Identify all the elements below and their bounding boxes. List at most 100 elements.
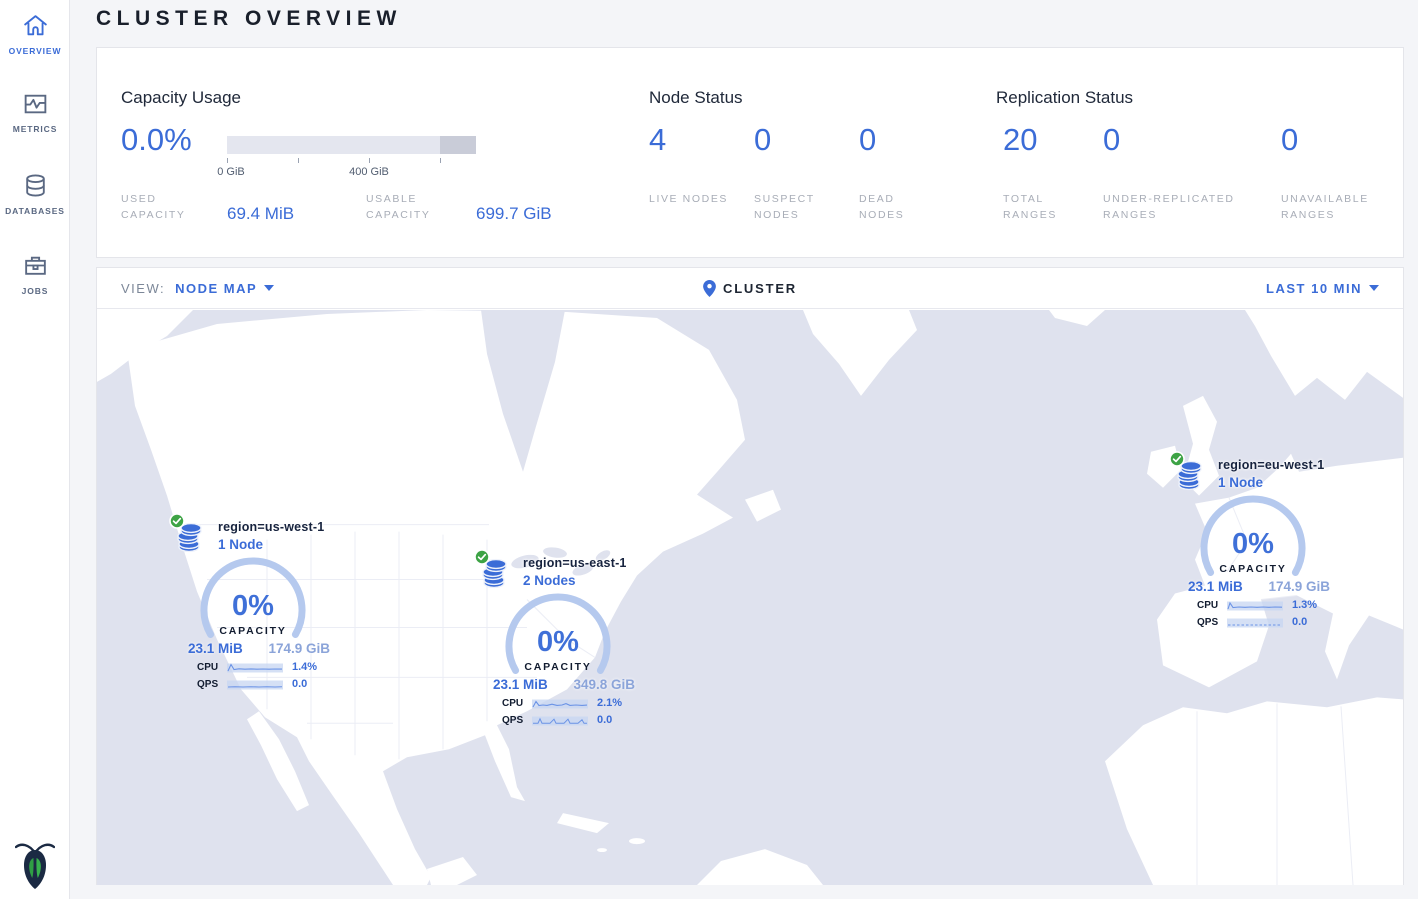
suspect-nodes-label: SUSPECT NODES xyxy=(754,191,834,224)
region-label: region=us-east-1 xyxy=(523,556,627,570)
cpu-label: CPU xyxy=(197,662,227,673)
region-label: region=us-west-1 xyxy=(218,520,324,534)
locality-marker-us-west-1[interactable]: region=us-west-1 1 Node 0% CAPACITY 23.1… xyxy=(175,522,355,697)
capacity-values: 23.1 MiB 349.8 GiB xyxy=(493,677,635,692)
qps-label: QPS xyxy=(197,679,227,690)
cpu-sparkline-icon xyxy=(532,698,588,709)
cpu-sparkline-icon xyxy=(227,662,283,673)
unavailable-ranges-label: UNAVAILABLE RANGES xyxy=(1281,191,1401,224)
capacity-label: CAPACITY xyxy=(1195,563,1311,575)
capacity-bar-chart: 0 GiB 400 GiB xyxy=(227,136,476,182)
jobs-icon xyxy=(22,252,49,279)
sidebar-item-label: DATABASES xyxy=(5,206,65,216)
world-map: region=us-west-1 1 Node 0% CAPACITY 23.1… xyxy=(97,310,1403,885)
check-circle-icon xyxy=(169,513,185,529)
unavailable-ranges-value: 0 xyxy=(1281,124,1298,155)
view-label: VIEW: xyxy=(121,281,165,296)
capacity-values: 23.1 MiB 174.9 GiB xyxy=(1188,579,1330,594)
sidebar-item-overview[interactable]: OVERVIEW xyxy=(0,12,70,56)
sidebar-item-label: JOBS xyxy=(22,286,49,296)
page-title: CLUSTER OVERVIEW xyxy=(96,7,402,31)
time-range-dropdown[interactable]: LAST 10 MIN xyxy=(1266,281,1379,296)
section-title: Node Status xyxy=(649,88,743,108)
cpu-value: 1.4% xyxy=(292,661,317,673)
view-mode-value: NODE MAP xyxy=(175,281,257,296)
cockroachdb-logo xyxy=(0,838,70,890)
home-icon xyxy=(22,12,49,39)
axis-tick xyxy=(440,158,441,163)
capacity-percent: 0% xyxy=(500,628,616,657)
node-count: 1 Node xyxy=(1218,475,1324,490)
breadcrumb-cluster[interactable]: CLUSTER xyxy=(703,280,797,297)
sidebar-item-label: OVERVIEW xyxy=(9,46,62,56)
total-ranges-value: 20 xyxy=(1003,124,1037,155)
under-replicated-ranges-value: 0 xyxy=(1103,124,1120,155)
locality-marker-us-east-1[interactable]: region=us-east-1 2 Nodes 0% CAPACITY 23.… xyxy=(480,558,660,733)
usable-capacity-value: 699.7 GiB xyxy=(476,204,552,224)
axis-tick-label: 0 GiB xyxy=(217,166,245,178)
map-toolbar: VIEW: NODE MAP CLUSTER LAST 10 MIN xyxy=(97,268,1403,309)
sidebar-item-metrics[interactable]: METRICS xyxy=(0,90,70,134)
axis-tick xyxy=(298,158,299,163)
capacity-label: CAPACITY xyxy=(195,625,311,637)
live-nodes-value: 4 xyxy=(649,124,666,155)
dead-nodes-label: DEAD NODES xyxy=(859,191,939,224)
databases-icon xyxy=(22,172,49,199)
total-ranges-label: TOTAL RANGES xyxy=(1003,191,1093,224)
locality-header: region=us-west-1 1 Node xyxy=(175,522,324,554)
section-title: Capacity Usage xyxy=(121,88,241,108)
cpu-label: CPU xyxy=(502,698,532,709)
node-map-panel: VIEW: NODE MAP CLUSTER LAST 10 MIN xyxy=(96,267,1404,885)
view-mode-dropdown[interactable]: NODE MAP xyxy=(175,281,274,296)
map-pin-icon xyxy=(703,280,716,297)
qps-row: QPS 0.0 xyxy=(1197,615,1347,629)
used-capacity-label: USED CAPACITY xyxy=(121,191,205,224)
cpu-value: 2.1% xyxy=(597,697,622,709)
used-capacity-value: 69.4 MiB xyxy=(227,204,294,224)
qps-row: QPS 0.0 xyxy=(502,713,652,727)
node-count: 2 Nodes xyxy=(523,573,627,588)
cpu-row: CPU 2.1% xyxy=(502,696,652,710)
qps-sparkline-icon xyxy=(227,679,283,690)
locality-header: region=eu-west-1 1 Node xyxy=(1175,460,1324,492)
check-circle-icon xyxy=(1169,451,1185,467)
capacity-label: CAPACITY xyxy=(500,661,616,673)
qps-value: 0.0 xyxy=(597,714,612,726)
qps-label: QPS xyxy=(502,715,532,726)
usable-capacity-label: USABLE CAPACITY xyxy=(366,191,450,224)
capacity-total: 174.9 GiB xyxy=(1268,579,1330,594)
qps-value: 0.0 xyxy=(292,678,307,690)
cluster-summary-panel: Capacity Usage 0.0% 0 GiB 400 GiB USED C… xyxy=(96,47,1404,258)
node-count: 1 Node xyxy=(218,537,324,552)
sidebar-item-databases[interactable]: DATABASES xyxy=(0,172,70,216)
cpu-row: CPU 1.4% xyxy=(197,660,347,674)
db-stack-icon xyxy=(175,522,207,554)
sidebar-item-label: METRICS xyxy=(13,124,58,134)
qps-value: 0.0 xyxy=(1292,616,1307,628)
cpu-value: 1.3% xyxy=(1292,599,1317,611)
axis-tick xyxy=(227,158,228,163)
qps-sparkline-icon xyxy=(532,715,588,726)
live-nodes-label: LIVE NODES xyxy=(649,191,729,207)
capacity-bar xyxy=(227,136,476,154)
qps-sparkline-icon xyxy=(1227,617,1283,628)
time-range-value: LAST 10 MIN xyxy=(1266,281,1362,296)
capacity-used-percent: 0.0% xyxy=(121,124,192,155)
qps-label: QPS xyxy=(1197,617,1227,628)
cluster-overview-page: OVERVIEW METRICS DATABASES JO xyxy=(0,0,1418,899)
locality-header: region=us-east-1 2 Nodes xyxy=(480,558,627,590)
sidebar-item-jobs[interactable]: JOBS xyxy=(0,252,70,296)
db-stack-icon xyxy=(480,558,512,590)
dead-nodes-value: 0 xyxy=(859,124,876,155)
locality-marker-eu-west-1[interactable]: region=eu-west-1 1 Node 0% CAPACITY 23.1… xyxy=(1175,460,1355,635)
chevron-down-icon xyxy=(1369,285,1379,291)
capacity-used: 23.1 MiB xyxy=(1188,579,1243,594)
under-replicated-ranges-label: UNDER-REPLICATED RANGES xyxy=(1103,191,1273,224)
cpu-label: CPU xyxy=(1197,600,1227,611)
qps-row: QPS 0.0 xyxy=(197,677,347,691)
axis-tick-label: 400 GiB xyxy=(349,166,389,178)
capacity-percent: 0% xyxy=(195,592,311,621)
capacity-total: 174.9 GiB xyxy=(268,641,330,656)
region-label: region=eu-west-1 xyxy=(1218,458,1324,472)
suspect-nodes-value: 0 xyxy=(754,124,771,155)
